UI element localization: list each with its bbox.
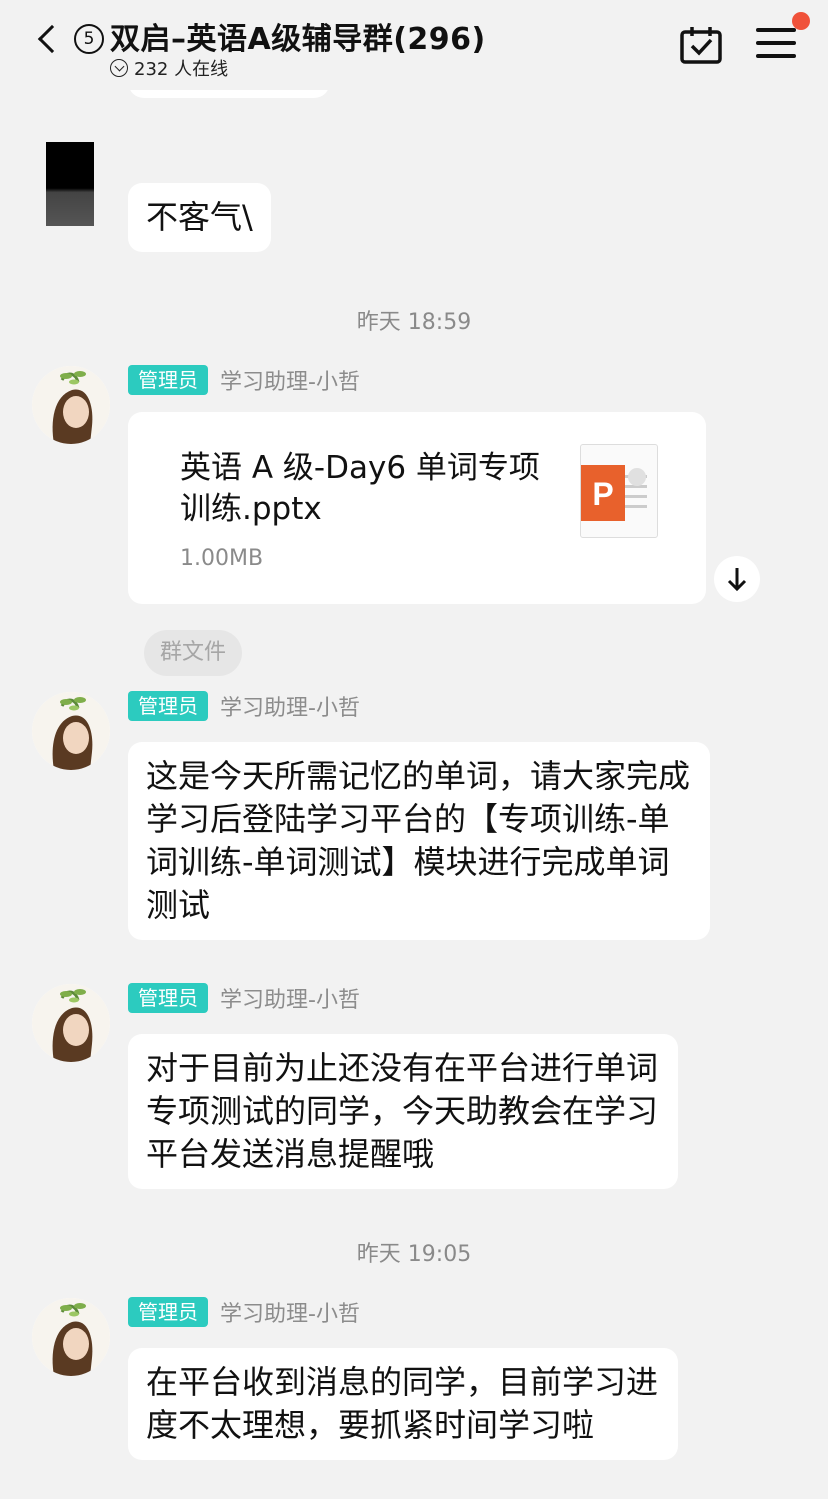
avatar[interactable] bbox=[32, 692, 110, 770]
online-status[interactable]: 232 人在线 bbox=[110, 55, 228, 81]
group-file-tag[interactable]: 群文件 bbox=[144, 630, 242, 676]
avatar[interactable] bbox=[46, 142, 94, 226]
back-button[interactable]: 5 bbox=[34, 24, 104, 54]
svg-text:P: P bbox=[592, 476, 613, 512]
sender-name[interactable]: 学习助理-小哲 bbox=[220, 690, 360, 722]
sender-row: 管理员 学习助理-小哲 bbox=[128, 364, 360, 396]
message-bubble[interactable]: 对于目前为止还没有在平台进行单词专项测试的同学，今天助教会在学习平台发送消息提醒… bbox=[128, 1034, 678, 1189]
avatar[interactable] bbox=[32, 1298, 110, 1376]
file-name: 英语 A 级-Day6 单词专项训练.pptx bbox=[180, 450, 540, 527]
sender-name[interactable]: 学习助理-小哲 bbox=[220, 982, 360, 1014]
group-title[interactable]: 双启–英语A级辅导群(296) bbox=[110, 14, 486, 58]
online-status-icon bbox=[110, 59, 128, 77]
menu-icon[interactable] bbox=[756, 28, 796, 62]
file-card[interactable]: 英语 A 级-Day6 单词专项训练.pptx 1.00MB P bbox=[128, 412, 706, 604]
download-button[interactable] bbox=[714, 556, 760, 602]
message-bubble[interactable]: 不客气\ bbox=[128, 183, 271, 252]
admin-badge: 管理员 bbox=[128, 983, 208, 1013]
message-bubble[interactable]: 在平台收到消息的同学，目前学习进度不太理想，要抓紧时间学习啦 bbox=[128, 1348, 678, 1460]
sender-name[interactable]: 学习助理-小哲 bbox=[220, 1296, 360, 1328]
online-count-text: 232 人在线 bbox=[134, 59, 229, 80]
sender-row: 管理员 学习助理-小哲 bbox=[128, 1296, 360, 1328]
chat-header: 5 双启–英语A级辅导群(296) 232 人在线 bbox=[0, 0, 828, 90]
timestamp: 昨天 19:05 bbox=[356, 1242, 472, 1267]
powerpoint-file-icon: P bbox=[580, 444, 658, 538]
back-chevron-icon bbox=[37, 24, 67, 54]
file-size: 1.00MB bbox=[180, 546, 264, 571]
download-arrow-icon bbox=[727, 568, 747, 592]
sender-row: 管理员 学习助理-小哲 bbox=[128, 690, 360, 722]
message-bubble[interactable]: 这是今天所需记忆的单词，请大家完成学习后登陆学习平台的【专项训练-单词训练-单词… bbox=[128, 742, 710, 940]
admin-badge: 管理员 bbox=[128, 365, 208, 395]
sender-name[interactable]: 学习助理-小哲 bbox=[220, 364, 360, 396]
timestamp: 昨天 18:59 bbox=[356, 310, 472, 335]
admin-badge: 管理员 bbox=[128, 1297, 208, 1327]
notification-dot bbox=[792, 12, 810, 30]
unread-count-badge: 5 bbox=[74, 24, 104, 54]
avatar[interactable] bbox=[32, 366, 110, 444]
admin-badge: 管理员 bbox=[128, 691, 208, 721]
sender-row: 管理员 学习助理-小哲 bbox=[128, 982, 360, 1014]
avatar[interactable] bbox=[32, 984, 110, 1062]
calendar-check-icon[interactable] bbox=[680, 26, 722, 64]
